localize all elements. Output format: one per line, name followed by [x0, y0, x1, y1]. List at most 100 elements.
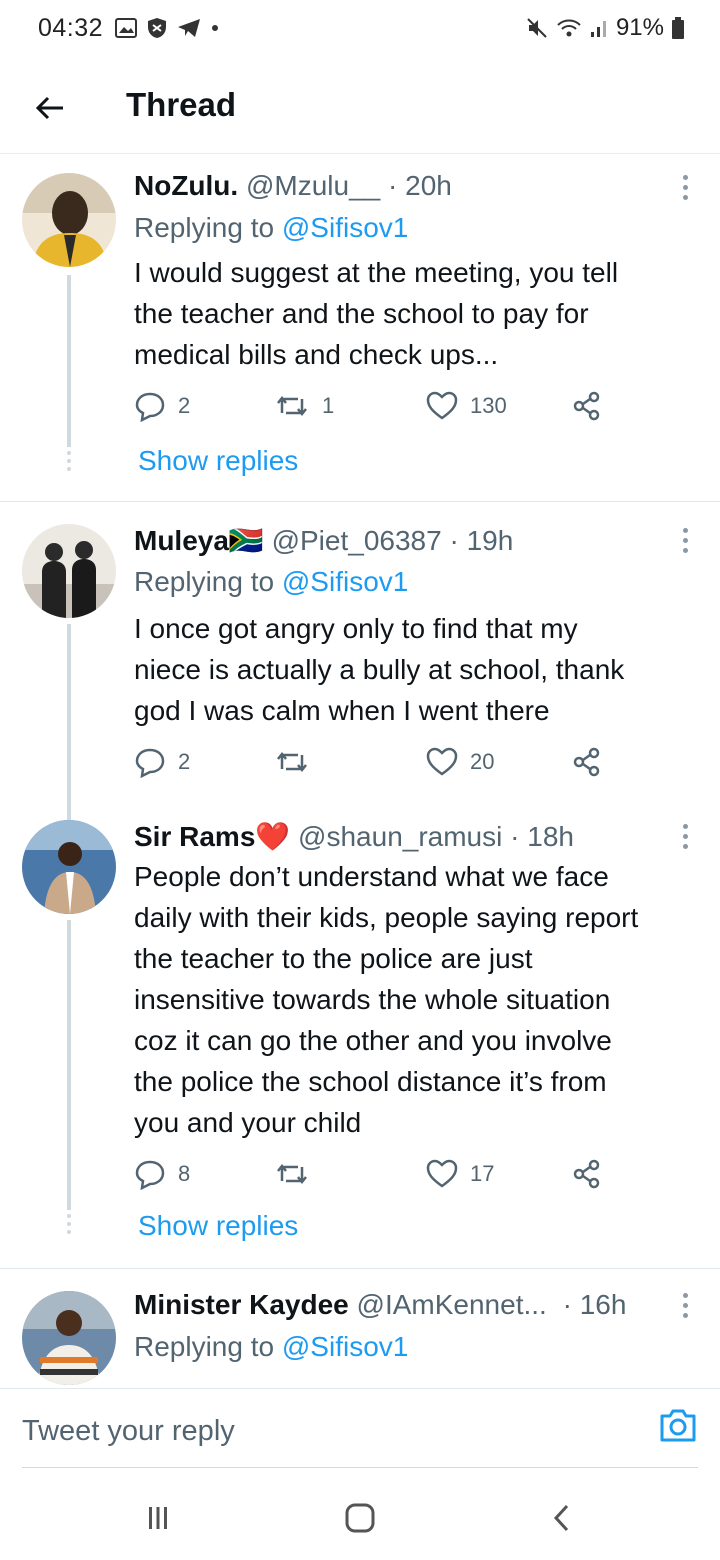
retweet-count: 1	[322, 393, 335, 418]
heart-icon	[426, 391, 458, 420]
reply-button[interactable]: 8	[134, 1154, 190, 1194]
status-time: 04:32	[38, 14, 104, 42]
tweet-text-line: the teacher to the police are just	[134, 943, 533, 974]
reply-icon	[135, 748, 165, 778]
recent-apps-button[interactable]	[138, 1500, 178, 1536]
arrow-left-icon	[35, 96, 63, 120]
user-name[interactable]: Minister Kaydee	[134, 1289, 349, 1320]
dot-icon	[211, 24, 219, 32]
tweet-text-line: I would suggest at the meeting, you tell	[134, 257, 619, 288]
thread-dots	[66, 451, 72, 475]
tweet-header: Sir Rams❤️ @shaun_ramusi · 18h	[134, 820, 574, 853]
share-icon	[573, 391, 600, 421]
tweet-item[interactable]: Muleya🇿🇦 @Piet_06387 · 19h Replying to @…	[0, 502, 720, 834]
more-options-button[interactable]	[678, 1293, 692, 1318]
like-count: 130	[470, 393, 507, 418]
back-button[interactable]	[30, 88, 70, 128]
retweet-icon	[277, 395, 307, 417]
heart-icon	[426, 1159, 458, 1188]
tweet-time: · 18h	[510, 821, 574, 852]
home-button[interactable]	[340, 1500, 380, 1536]
tweet-text-line: medical bills and check ups...	[134, 339, 499, 370]
wifi-icon	[556, 18, 582, 38]
avatar[interactable]	[22, 524, 116, 618]
reply-button[interactable]: 2	[134, 742, 190, 782]
avatar[interactable]	[22, 1291, 116, 1385]
show-replies-link[interactable]: Show replies	[138, 1210, 298, 1242]
reply-input[interactable]: Tweet your reply	[22, 1415, 235, 1448]
replying-to: Replying to @Sifisov1	[134, 566, 408, 598]
tweet-text: People don’t understand what we face dai…	[134, 856, 700, 1143]
status-bar: 04:32 91%	[0, 0, 720, 62]
retweet-button[interactable]	[274, 1154, 310, 1194]
tweet-time: · 16h	[562, 1289, 627, 1320]
like-count: 20	[470, 749, 495, 774]
more-options-button[interactable]	[678, 824, 692, 849]
system-nav-bar	[0, 1470, 720, 1560]
status-right: 91%	[526, 14, 684, 42]
tweet-text-line: niece is actually a bully at school, tha…	[134, 654, 625, 685]
status-left-icons	[115, 17, 219, 39]
tweet-item[interactable]: NoZulu. @Mzulu__ · 20h Replying to @Sifi…	[0, 155, 720, 501]
share-button[interactable]	[572, 1154, 602, 1194]
user-name[interactable]: NoZulu.	[134, 170, 238, 201]
home-icon	[345, 1503, 375, 1533]
thread-line	[67, 920, 71, 1210]
tweet-text-line: the teacher and the school to pay for	[134, 298, 589, 329]
like-count: 17	[470, 1161, 495, 1186]
reply-count: 2	[178, 393, 191, 418]
retweet-icon	[277, 1163, 307, 1185]
tweet-text-line: insensitive towards the whole situation	[134, 984, 611, 1015]
back-nav-button[interactable]	[542, 1500, 582, 1536]
reply-icon	[135, 392, 165, 422]
mention-link[interactable]: @Sifisov1	[282, 212, 408, 243]
share-button[interactable]	[572, 386, 602, 426]
user-name[interactable]: Sir Rams❤️	[134, 821, 290, 852]
thread-line	[67, 275, 71, 447]
tweet-header: NoZulu. @Mzulu__ · 20h	[134, 170, 452, 202]
tweet-text-line: daily with their kids, people saying rep…	[134, 902, 639, 933]
retweet-button[interactable]: 1	[274, 386, 334, 426]
heart-icon	[426, 747, 458, 776]
recent-apps-icon	[149, 1507, 167, 1529]
user-name[interactable]: Muleya🇿🇦	[134, 525, 264, 556]
tweet-text-line: I once got angry only to find that my	[134, 613, 578, 644]
reply-button[interactable]: 2	[134, 386, 190, 426]
show-replies-link[interactable]: Show replies	[138, 445, 298, 477]
user-handle[interactable]: @IAmKennet...	[357, 1289, 547, 1320]
camera-icon	[660, 1409, 696, 1442]
like-button[interactable]: 20	[426, 742, 494, 782]
tweet-time: · 19h	[449, 525, 514, 556]
mention-link[interactable]: @Sifisov1	[282, 566, 408, 597]
shield-icon	[147, 17, 167, 39]
replying-prefix: Replying to	[134, 1331, 275, 1362]
retweet-icon	[277, 751, 307, 773]
user-handle[interactable]: @shaun_ramusi	[298, 821, 502, 852]
share-icon	[573, 1159, 600, 1189]
app-header: Thread	[0, 62, 720, 154]
tweet-text-line: god I was calm when I went there	[134, 695, 550, 726]
tweet-item[interactable]: Sir Rams❤️ @shaun_ramusi · 18h People do…	[0, 800, 720, 1268]
like-button[interactable]: 17	[426, 1154, 494, 1194]
back-icon	[553, 1504, 569, 1532]
share-icon	[573, 747, 600, 777]
retweet-button[interactable]	[274, 742, 310, 782]
like-button[interactable]: 130	[426, 386, 507, 426]
share-button[interactable]	[572, 742, 602, 782]
replying-to: Replying to @Sifisov1	[134, 212, 408, 244]
replying-prefix: Replying to	[134, 212, 275, 243]
more-options-button[interactable]	[678, 528, 692, 553]
tweet-item[interactable]: Minister Kaydee @IAmKennet... · 16h Repl…	[0, 1269, 720, 1388]
signal-icon	[590, 18, 608, 38]
more-options-button[interactable]	[678, 175, 692, 200]
mention-link[interactable]: @Sifisov1	[282, 1331, 408, 1362]
user-handle[interactable]: @Piet_06387	[272, 525, 442, 556]
tweet-text-line: People don’t understand what we face	[134, 861, 609, 892]
avatar[interactable]	[22, 820, 116, 914]
user-handle[interactable]: @Mzulu__	[246, 170, 380, 201]
camera-button[interactable]	[658, 1405, 698, 1445]
page-title: Thread	[126, 86, 237, 123]
tweet-actions: 8 17	[134, 1154, 614, 1194]
tweet-actions: 2 1 130	[134, 386, 614, 426]
avatar[interactable]	[22, 173, 116, 267]
